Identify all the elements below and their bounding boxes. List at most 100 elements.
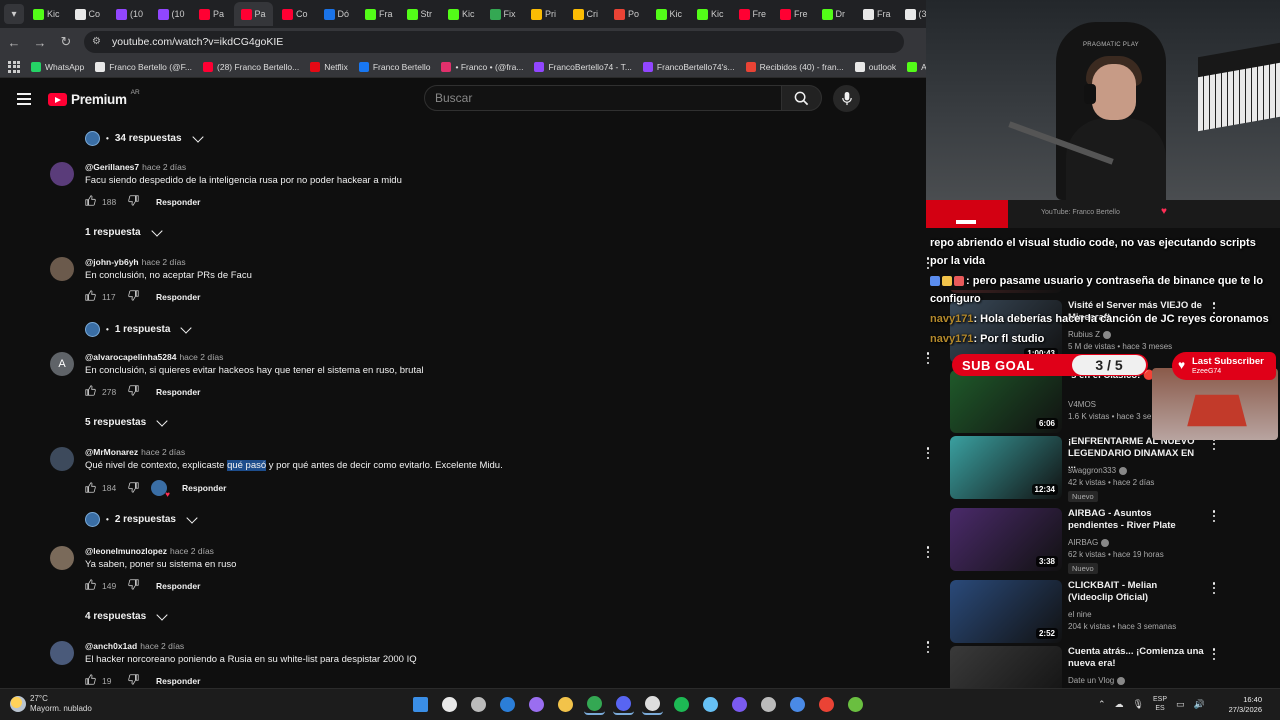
like-icon[interactable] [85, 290, 98, 303]
browser-tab[interactable]: Kic [649, 2, 689, 26]
browser-tab[interactable]: Cri [566, 2, 606, 26]
avatar[interactable] [50, 257, 74, 281]
weather-widget[interactable]: 27°C Mayorm. nublado [10, 694, 92, 714]
browser-tab[interactable]: (10 [109, 2, 149, 26]
comment-time[interactable]: hace 2 días [179, 352, 223, 362]
browser-tab[interactable]: Fre [773, 2, 813, 26]
dislike-icon[interactable] [128, 674, 141, 687]
video-channel[interactable]: swaggron333 [1068, 466, 1128, 475]
reply-button[interactable]: Responder [156, 292, 200, 302]
avatar[interactable] [50, 641, 74, 665]
address-bar[interactable]: ⚙ youtube.com/watch?v=ikdCG4goKIE [84, 31, 904, 53]
comment-time[interactable]: hace 2 días [170, 546, 214, 556]
related-video[interactable]: Cuenta atrás... ¡Comienza una nueva era!… [950, 646, 1280, 688]
search-button[interactable] [781, 85, 822, 111]
comment-author[interactable]: @Gerillanes7 [85, 162, 139, 172]
browser-tab[interactable]: Fra [856, 2, 896, 26]
comment-author[interactable]: @leonelmunozlopez [85, 546, 167, 556]
clock[interactable]: 16:40 27/3/2026 [1216, 695, 1262, 715]
more-options-icon[interactable] [926, 352, 930, 364]
bookmark-item[interactable]: Aler [907, 61, 926, 72]
app-triangle-icon[interactable] [729, 694, 750, 715]
task-view-icon[interactable] [468, 694, 489, 715]
video-channel[interactable]: V4MOS [1068, 400, 1096, 409]
dislike-icon[interactable] [128, 195, 141, 208]
store-icon[interactable] [497, 694, 518, 715]
browser-tab[interactable]: Dó [317, 2, 357, 26]
comment-author[interactable]: @alvarocapelinha5284 [85, 352, 176, 362]
microphone-icon[interactable]: 🎙 [1133, 699, 1144, 710]
discord-icon[interactable] [613, 694, 634, 715]
reply-button[interactable]: Responder [156, 197, 200, 207]
bookmark-item[interactable]: (28) Franco Bertello... [203, 61, 299, 72]
file-explorer-icon[interactable] [555, 694, 576, 715]
back-icon[interactable]: ← [2, 30, 26, 54]
like-icon[interactable] [85, 674, 98, 687]
obs-icon[interactable] [642, 694, 663, 715]
replies-toggle[interactable]: • 2 respuestas [85, 511, 198, 527]
reply-button[interactable]: Responder [156, 581, 200, 591]
browser-tab[interactable]: Fra [358, 2, 398, 26]
like-icon[interactable] [85, 481, 98, 495]
replies-toggle[interactable]: 4 respuestas [85, 608, 168, 622]
reload-icon[interactable]: ↻ [54, 30, 78, 54]
bookmark-item[interactable]: Netflix [310, 61, 348, 72]
avatar[interactable]: A [50, 352, 74, 376]
browser-tab[interactable]: Pri [524, 2, 564, 26]
comment-author[interactable]: @anch0x1ad [85, 641, 137, 651]
more-options-icon[interactable] [1212, 648, 1216, 660]
dislike-icon[interactable] [128, 579, 141, 592]
comment-author[interactable]: @MrMonarez [85, 447, 138, 457]
video-thumbnail[interactable]: 2:52 [950, 580, 1062, 643]
network-icon[interactable]: ▭ [1176, 699, 1185, 710]
video-thumbnail[interactable]: 3:38 [950, 508, 1062, 571]
bookmark-item[interactable]: FrancoBertello74 - T... [534, 61, 632, 72]
browser-tab[interactable]: Pa [192, 2, 232, 26]
comment-author[interactable]: @john-yb6yh [85, 257, 139, 267]
bookmark-item[interactable]: Recibidos (40) - fran... [745, 61, 844, 72]
avatar[interactable] [50, 162, 74, 186]
related-video[interactable]: 2:52 CLICKBAIT - Melian (Videoclip Oficia… [950, 580, 1280, 644]
replies-toggle[interactable]: • 34 respuestas [85, 130, 204, 146]
menu-icon[interactable] [17, 93, 31, 105]
app-game-icon[interactable] [845, 694, 866, 715]
browser-tab[interactable]: Co [275, 2, 315, 26]
replies-toggle[interactable]: • 1 respuesta [85, 321, 193, 337]
browser-tab[interactable]: Fre [732, 2, 772, 26]
related-video[interactable]: 3:38 AIRBAG - Asuntos pendientes - River … [950, 508, 1280, 574]
replies-toggle[interactable]: 1 respuesta [85, 224, 163, 238]
more-options-icon[interactable] [1212, 582, 1216, 594]
like-icon[interactable] [85, 579, 98, 592]
browser-tab[interactable]: (10 [151, 2, 191, 26]
replies-toggle[interactable]: 5 respuestas [85, 414, 168, 428]
reply-button[interactable]: Responder [182, 483, 226, 493]
bookmark-item[interactable]: FrancoBertello74's... [642, 61, 735, 72]
video-channel[interactable]: Date un Vlog [1068, 676, 1126, 685]
video-channel[interactable]: AIRBAG [1068, 538, 1110, 547]
related-video[interactable]: 12:34 ¡ENFRENTARME AL NUEVO LEGENDARIO DI… [950, 436, 1280, 502]
dislike-icon[interactable] [128, 290, 141, 303]
browser-tab[interactable]: (3) [898, 2, 926, 26]
browser-tab[interactable]: Dr [815, 2, 855, 26]
dislike-icon[interactable] [128, 385, 141, 398]
browser-tab[interactable]: Pa [233, 2, 273, 26]
browser-tab[interactable]: Co [68, 2, 108, 26]
more-options-icon[interactable] [926, 641, 930, 653]
video-title[interactable]: CLICKBAIT - Melian (Videoclip Oficial) [1068, 580, 1204, 604]
browser-tab[interactable]: Kic [441, 2, 481, 26]
search-input[interactable] [435, 91, 781, 105]
like-icon[interactable] [85, 385, 98, 398]
chrome-icon[interactable] [584, 694, 605, 715]
bookmark-item[interactable]: WhatsApp [31, 61, 84, 72]
bookmark-item[interactable]: Franco Bertello [358, 61, 430, 72]
site-info-icon[interactable]: ⚙ [92, 37, 104, 47]
comment-time[interactable]: hace 2 días [142, 257, 186, 267]
bookmark-item[interactable]: • Franco • (@fra... [441, 61, 523, 72]
dislike-icon[interactable] [128, 481, 141, 495]
search-icon[interactable] [439, 694, 460, 715]
reply-button[interactable]: Responder [156, 676, 200, 686]
spotify-icon[interactable] [671, 694, 692, 715]
browser-tab[interactable]: Po [607, 2, 647, 26]
chrome-2-icon[interactable] [816, 694, 837, 715]
comment-time[interactable]: hace 2 días [141, 447, 185, 457]
